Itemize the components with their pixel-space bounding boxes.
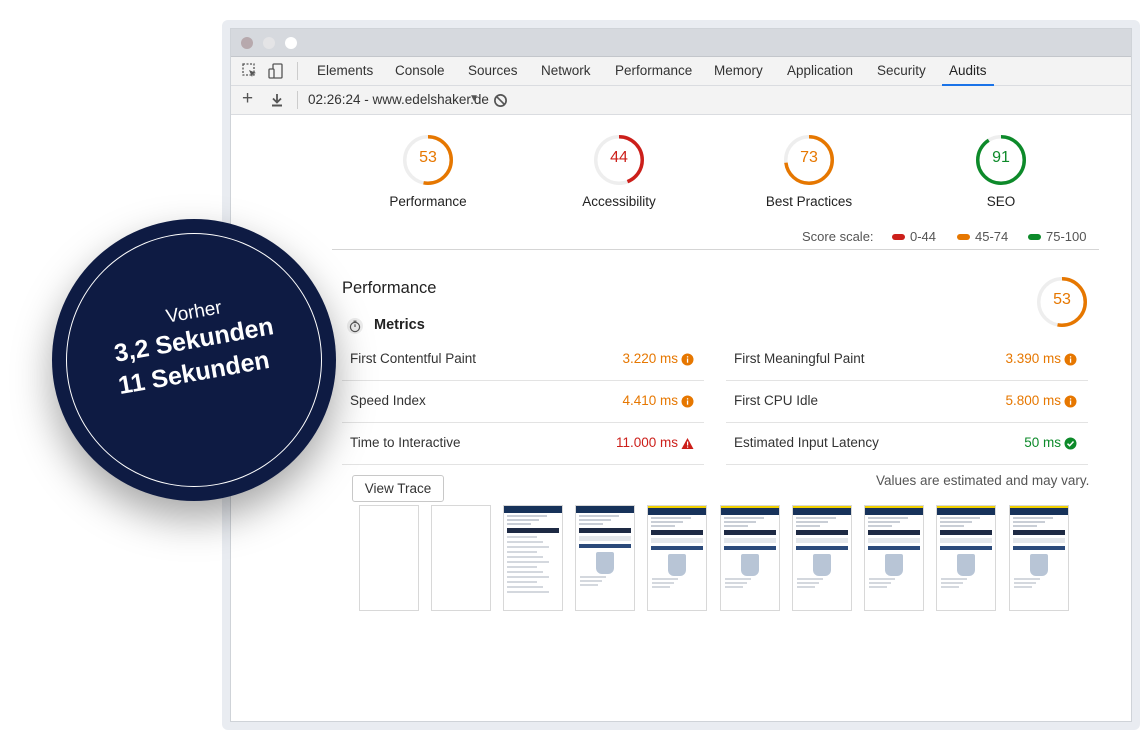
metric-row-divider — [342, 422, 704, 423]
info-circle-icon — [681, 395, 694, 413]
metric-value: 3.220 ms — [622, 351, 678, 366]
score-gauge-best-practices[interactable]: 73 Best Practices — [749, 134, 869, 209]
scale-range-label: 45-74 — [975, 229, 1009, 244]
performance-score-gauge: 53 — [1036, 276, 1088, 333]
metric-row-divider — [726, 464, 1088, 465]
audits-toolbar: + 02:26:24 - www.edelshaker.de ▼ — [231, 86, 1131, 115]
new-audit-icon[interactable]: + — [242, 88, 253, 110]
filmstrip-frame — [359, 505, 419, 611]
filmstrip-frame — [792, 505, 852, 611]
performance-heading: Performance — [342, 279, 437, 297]
tab-performance[interactable]: Performance — [615, 57, 692, 85]
tab-memory[interactable]: Memory — [714, 57, 763, 85]
score-scale-label: Score scale: — [802, 229, 874, 244]
toolbar-divider — [297, 91, 298, 109]
info-circle-icon — [681, 353, 694, 371]
warning-triangle-icon — [681, 437, 694, 455]
score-value: 73 — [800, 149, 818, 166]
metric-row-divider — [726, 380, 1088, 381]
scale-range-label: 0-44 — [910, 229, 937, 244]
info-circle-icon — [1064, 353, 1077, 371]
scale-range-label: 75-100 — [1046, 229, 1087, 244]
score-value: 44 — [610, 149, 628, 166]
devtools-panel: Elements Console Sources Network Performance… — [230, 28, 1132, 722]
metric-name: Estimated Input Latency — [734, 435, 879, 450]
window-titlebar — [231, 29, 1131, 57]
metric-row-divider — [726, 422, 1088, 423]
tab-security[interactable]: Security — [877, 57, 926, 85]
score-gauge-seo[interactable]: 91 SEO — [941, 134, 1061, 209]
stopwatch-icon — [347, 318, 363, 334]
devtools-window: Elements Console Sources Network Performance… — [222, 20, 1140, 730]
metric-value: 11.000 ms — [615, 435, 678, 450]
dropdown-arrow-icon[interactable]: ▼ — [469, 93, 479, 104]
score-gauge-accessibility[interactable]: 44 Accessibility — [559, 134, 679, 209]
close-window-button[interactable] — [241, 37, 253, 49]
metric-value: 5.800 ms — [1005, 393, 1061, 408]
download-report-icon[interactable] — [269, 92, 285, 108]
metric-row-divider — [342, 464, 704, 465]
score-value: 91 — [992, 149, 1010, 166]
section-divider — [332, 249, 1099, 250]
score-label: SEO — [986, 194, 1016, 209]
before-badge: Vorher 3,2 Sekunden 11 Sekunden — [52, 219, 336, 501]
toolbar-divider — [297, 62, 298, 80]
score-label: Accessibility — [582, 194, 656, 209]
estimate-note: Values are estimated and may vary. — [876, 473, 1090, 488]
audit-run-select[interactable]: 02:26:24 - www.edelshaker.de — [308, 92, 489, 107]
tab-audits[interactable]: Audits — [942, 57, 993, 86]
score-value: 53 — [419, 149, 437, 166]
info-circle-icon — [1064, 395, 1077, 413]
device-toolbar-icon[interactable] — [267, 62, 285, 80]
filmstrip-frame — [936, 505, 996, 611]
check-circle-icon — [1064, 437, 1077, 455]
tab-application[interactable]: Application — [787, 57, 853, 85]
devtools-tabbar: Elements Console Sources Network Performance… — [231, 57, 1131, 86]
view-trace-button[interactable]: View Trace — [352, 475, 444, 502]
inspect-element-icon[interactable] — [241, 62, 259, 80]
metrics-heading: Metrics — [374, 317, 425, 333]
minimize-window-button[interactable] — [263, 37, 275, 49]
maximize-window-button[interactable] — [285, 37, 297, 49]
scale-swatch — [892, 234, 905, 240]
metric-value: 50 ms — [1024, 435, 1061, 450]
metric-name: First Meaningful Paint — [734, 351, 865, 366]
tab-elements[interactable]: Elements — [317, 57, 373, 85]
metric-row-divider — [342, 380, 704, 381]
filmstrip-frame — [720, 505, 780, 611]
scale-swatch — [957, 234, 970, 240]
metric-value: 3.390 ms — [1005, 351, 1061, 366]
metric-name: First Contentful Paint — [350, 351, 477, 366]
filmstrip-frame — [864, 505, 924, 611]
metric-name: First CPU Idle — [734, 393, 819, 408]
clear-icon[interactable] — [493, 93, 508, 108]
tab-console[interactable]: Console — [395, 57, 445, 85]
score-gauge-performance[interactable]: 53 Performance — [368, 134, 488, 209]
metric-name: Speed Index — [350, 393, 426, 408]
scale-swatch — [1028, 234, 1041, 240]
metric-name: Time to Interactive — [350, 435, 461, 450]
score-label: Performance — [389, 194, 467, 209]
performance-score-value: 53 — [1053, 291, 1071, 308]
filmstrip-frame — [575, 505, 635, 611]
tab-sources[interactable]: Sources — [468, 57, 518, 85]
filmstrip-frame — [503, 505, 563, 611]
tab-network[interactable]: Network — [541, 57, 591, 85]
filmstrip-frame — [647, 505, 707, 611]
filmstrip-frame — [1009, 505, 1069, 611]
score-label: Best Practices — [765, 194, 853, 209]
filmstrip-frame — [431, 505, 491, 611]
metric-value: 4.410 ms — [622, 393, 678, 408]
